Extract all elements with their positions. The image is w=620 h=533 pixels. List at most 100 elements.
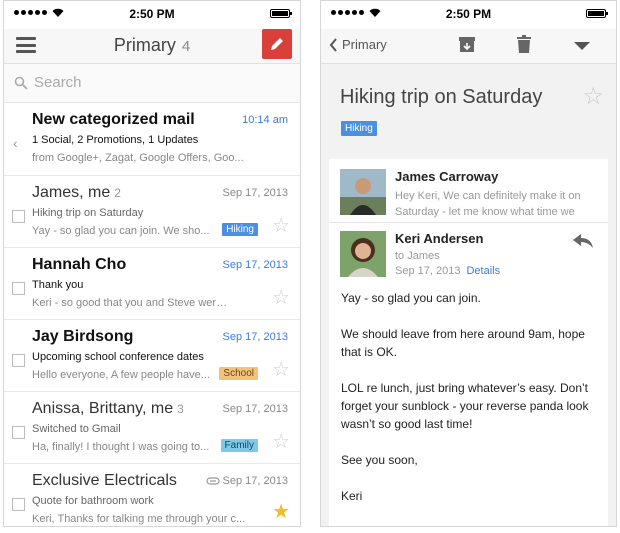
list-item[interactable]: Hannah Cho Sep 17, 2013 Thank you Keri -… <box>4 248 300 320</box>
star-icon[interactable]: ☆ <box>582 82 604 111</box>
star-filled-icon[interactable]: ★ <box>272 502 290 522</box>
search-bar[interactable]: Search <box>4 64 300 103</box>
collapsed-message[interactable]: James Carroway Hey Keri, We can definite… <box>329 159 608 223</box>
item-subject: Quote for bathroom work <box>32 495 154 507</box>
label-badge: Hiking <box>341 121 377 136</box>
item-sender: Exclusive Electricals <box>32 472 177 490</box>
thread-title-area: Hiking trip on Saturday ☆ Hiking <box>321 64 616 157</box>
star-icon[interactable]: ☆ <box>272 288 290 308</box>
message-recipient: to James <box>395 250 440 262</box>
body-paragraph: We should leave from here around 9am, ho… <box>341 327 585 359</box>
item-subject: Hiking trip on Saturday <box>32 207 144 219</box>
item-sender: Anissa, Brittany, me 3 <box>32 400 184 418</box>
attachment-icon <box>206 477 220 485</box>
battery-icon <box>586 9 608 18</box>
sender-text: New categorized mail <box>32 111 195 128</box>
message-thread: James Carroway Hey Keri, We can definite… <box>321 156 616 526</box>
reply-icon[interactable] <box>572 233 594 249</box>
item-preview: Keri, Thanks for talking me through your… <box>32 513 246 525</box>
list-item[interactable]: Jay Birdsong Sep 17, 2013 Upcoming schoo… <box>4 320 300 392</box>
status-time: 2:50 PM <box>129 7 175 21</box>
star-icon[interactable]: ☆ <box>272 360 290 380</box>
inbox-unread-count: 4 <box>181 38 191 55</box>
sender-text: Jay Birdsong <box>32 328 134 345</box>
search-icon <box>14 76 28 90</box>
battery-icon <box>270 9 292 18</box>
sender-text: Hannah Cho <box>32 256 127 273</box>
pencil-icon <box>271 38 283 50</box>
item-subject: 1 Social, 2 Promotions, 1 Updates <box>32 134 199 146</box>
archive-icon[interactable] <box>457 34 477 54</box>
inbox-title-label: Primary <box>113 35 176 55</box>
item-sender: New categorized mail <box>32 111 195 129</box>
thread-screen: 2:50 PM Primary Hiking trip on Saturday … <box>320 0 617 527</box>
message-sender: James Carroway <box>395 169 499 184</box>
message-sender: Keri Andersen <box>395 231 484 246</box>
list-item[interactable]: Anissa, Brittany, me 3 Sep 17, 2013 Switc… <box>4 392 300 464</box>
label-badge: Hiking <box>222 223 258 236</box>
status-bar: 2:50 PM <box>4 1 300 29</box>
avatar <box>340 231 386 277</box>
back-label: Primary <box>342 37 387 52</box>
thread-header: Primary <box>321 29 616 64</box>
item-preview: Hello everyone, A few people have... <box>32 369 210 381</box>
email-list: ‹ New categorized mail 10:14 am 1 Social… <box>4 103 300 526</box>
search-placeholder: Search <box>34 74 82 91</box>
message-date: Sep 17, 2013 <box>395 265 461 277</box>
item-preview: Ha, finally! I thought I was going to... <box>32 441 210 453</box>
body-paragraph: LOL re lunch, just bring whatever’s easy… <box>341 381 589 431</box>
body-paragraph: Keri <box>341 489 363 503</box>
status-time: 2:50 PM <box>445 7 492 21</box>
message-body: Yay - so glad you can join. We should le… <box>341 289 591 523</box>
sender-text: Exclusive Electricals <box>32 472 177 489</box>
select-checkbox[interactable] <box>12 498 25 511</box>
back-button[interactable]: Primary <box>329 37 387 52</box>
body-paragraph: Yay - so glad you can join. <box>341 291 481 305</box>
label-badge: School <box>219 367 258 380</box>
chevron-left-icon <box>329 37 337 52</box>
item-preview: Yay - so glad you can join. We sho... <box>32 225 210 237</box>
star-icon[interactable]: ☆ <box>272 432 290 452</box>
list-item[interactable]: Exclusive Electricals Sep 17, 2013 Quote… <box>4 464 300 526</box>
select-checkbox[interactable] <box>12 426 25 439</box>
label-badge: Family <box>220 439 258 452</box>
select-checkbox[interactable] <box>12 354 25 367</box>
sender-text: James, me <box>32 184 111 201</box>
status-bar: 2:50 PM <box>321 1 616 29</box>
item-date: Sep 17, 2013 <box>222 187 288 199</box>
item-sender: Hannah Cho <box>32 256 126 274</box>
compose-button[interactable] <box>262 29 292 59</box>
item-date: Sep 17, 2013 <box>222 259 288 271</box>
thread-count: 3 <box>177 402 184 416</box>
sender-text: Anissa, Brittany, me <box>32 400 174 417</box>
avatar <box>340 169 386 215</box>
message-snippet: Hey Keri, We can definitely make it on S… <box>395 190 581 218</box>
item-subject: Switched to Gmail <box>32 423 121 435</box>
item-date: Sep 17, 2013 <box>222 475 288 487</box>
inbox-header: Primary 4 <box>4 29 300 64</box>
select-checkbox[interactable] <box>12 210 25 223</box>
message-date-line: Sep 17, 2013 Details <box>395 265 500 277</box>
thread-title: Hiking trip on Saturday <box>340 86 543 108</box>
item-preview: from Google+, Zagat, Google Offers, Goo.… <box>32 152 244 164</box>
list-item[interactable]: ‹ New categorized mail 10:14 am 1 Social… <box>4 103 300 176</box>
item-sender: Jay Birdsong <box>32 328 133 346</box>
item-date: 10:14 am <box>242 114 288 126</box>
thread-count: 2 <box>114 186 121 200</box>
item-subject: Upcoming school conference dates <box>32 351 204 363</box>
chevron-down-icon[interactable] <box>573 41 591 51</box>
details-link[interactable]: Details <box>466 265 500 277</box>
trash-icon[interactable] <box>515 34 533 54</box>
item-preview: Keri - so good that you and Steve were a… <box>32 297 232 309</box>
expanded-message: Keri Andersen to James Sep 17, 2013 Detai… <box>329 223 608 526</box>
chevron-left-icon: ‹ <box>13 135 18 151</box>
item-sender: James, me 2 <box>32 184 121 202</box>
item-subject: Thank you <box>32 279 84 291</box>
select-checkbox[interactable] <box>12 282 25 295</box>
list-item[interactable]: James, me 2 Sep 17, 2013 Hiking trip on S… <box>4 176 300 248</box>
inbox-screen: 2:50 PM Primary 4 Search ‹ New categorize… <box>3 0 301 527</box>
item-date: Sep 17, 2013 <box>222 403 288 415</box>
inbox-title: Primary 4 <box>4 35 300 56</box>
body-paragraph: See you soon, <box>341 453 418 467</box>
star-icon[interactable]: ☆ <box>272 216 290 236</box>
